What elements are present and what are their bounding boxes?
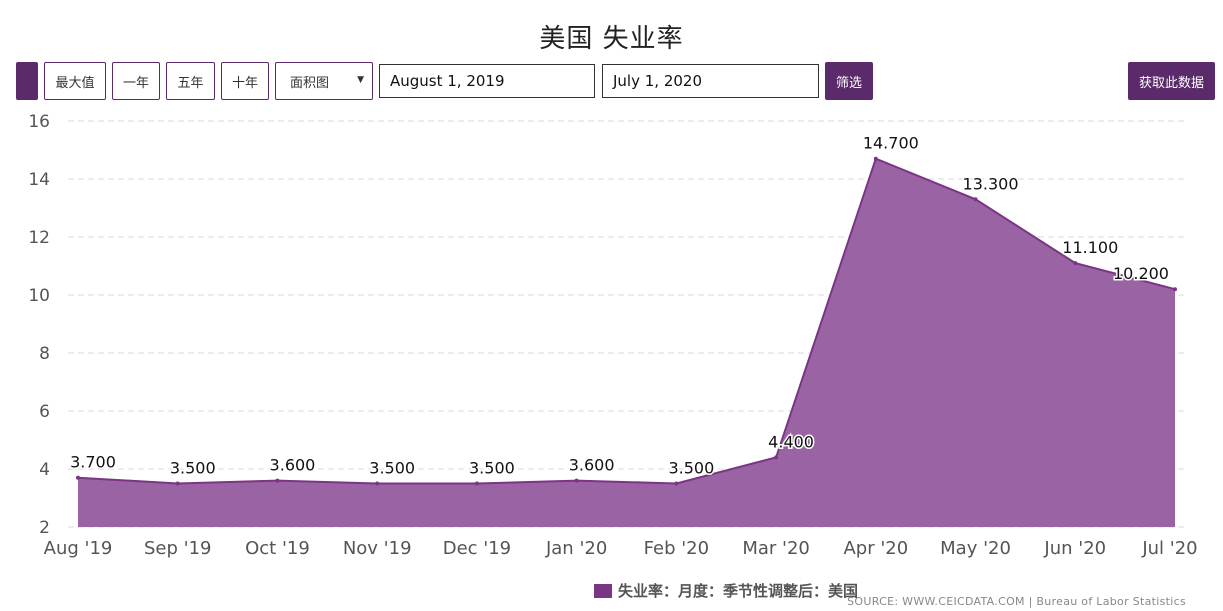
data-point xyxy=(873,156,878,161)
area-chart: 2 4 6 8 10 12 14 16 3.700 3.500 3.600 3.500 3.500 3.6… xyxy=(28,112,1197,559)
y-tick-label: 6 xyxy=(39,402,50,422)
y-tick-label: 2 xyxy=(39,518,50,538)
get-data-button[interactable]: 获取此数据 xyxy=(1128,62,1215,100)
filter-button[interactable]: 筛选 xyxy=(825,62,873,100)
end-date-input[interactable]: July 1, 2020 xyxy=(602,64,819,98)
ten-year-button[interactable]: 十年 xyxy=(221,62,269,100)
data-label: 10.200 xyxy=(1113,264,1169,283)
area-fill xyxy=(78,158,1175,527)
source-note: SOURCE: WWW.CEICDATA.COM | Bureau of Lab… xyxy=(847,595,1186,608)
x-tick-label: Jun '20 xyxy=(1043,538,1106,559)
max-range-button[interactable]: 最大值 xyxy=(44,62,106,100)
data-label: 3.500 xyxy=(369,459,415,478)
data-label: 3.600 xyxy=(270,456,316,475)
start-date-input[interactable]: August 1, 2019 xyxy=(379,64,595,98)
five-year-button[interactable]: 五年 xyxy=(166,62,215,100)
x-tick-label: Apr '20 xyxy=(843,538,908,559)
y-tick-label: 10 xyxy=(28,286,50,306)
y-tick-label: 8 xyxy=(39,344,50,364)
x-tick-label: Feb '20 xyxy=(644,538,709,559)
y-tick-label: 4 xyxy=(39,460,50,480)
data-label: 13.300 xyxy=(963,174,1019,193)
toolbar: 最大值 一年 五年 十年 面积图 ▼ August 1, 2019 July 1… xyxy=(0,62,1223,102)
data-point xyxy=(474,481,479,486)
legend-swatch xyxy=(594,583,612,598)
caret-down-icon: ▼ xyxy=(357,75,364,85)
data-point xyxy=(175,481,180,486)
data-point xyxy=(574,478,579,483)
data-point xyxy=(375,481,380,486)
data-point xyxy=(973,197,978,202)
data-label: 14.700 xyxy=(863,134,919,153)
data-label: 3.500 xyxy=(668,459,714,478)
data-label: 3.600 xyxy=(569,456,615,475)
data-point xyxy=(674,481,679,486)
data-point xyxy=(275,478,280,483)
data-label: 3.700 xyxy=(70,453,116,472)
x-tick-label: Sep '19 xyxy=(144,538,212,559)
x-tick-label: Mar '20 xyxy=(742,538,810,559)
one-year-button[interactable]: 一年 xyxy=(112,62,160,100)
x-tick-label: Nov '19 xyxy=(343,538,412,559)
chart-type-value: 面积图 xyxy=(290,75,330,91)
x-tick-label: Dec '19 xyxy=(443,538,511,559)
legend[interactable]: 失业率：月度：季节性调整后：美国 xyxy=(594,580,858,601)
y-tick-label: 12 xyxy=(28,228,50,248)
x-tick-label: Oct '19 xyxy=(245,538,310,559)
chart-title: 美国 失业率 xyxy=(539,24,684,54)
data-point xyxy=(1073,261,1078,266)
y-tick-label: 16 xyxy=(28,112,50,132)
data-point xyxy=(774,455,779,460)
data-label: 4.400 xyxy=(768,432,814,451)
x-tick-label: Aug '19 xyxy=(44,538,113,559)
data-point xyxy=(1173,287,1177,292)
x-tick-label: May '20 xyxy=(940,538,1011,559)
chart-type-select[interactable]: 面积图 ▼ xyxy=(275,62,373,100)
x-tick-label: Jul '20 xyxy=(1141,538,1197,559)
data-label: 11.100 xyxy=(1062,238,1118,257)
legend-label: 失业率：月度：季节性调整后：美国 xyxy=(618,582,859,600)
data-label: 3.500 xyxy=(170,459,216,478)
y-tick-label: 14 xyxy=(28,170,50,190)
x-tick-label: Jan '20 xyxy=(545,538,607,559)
menu-button[interactable] xyxy=(16,62,38,100)
data-label: 3.500 xyxy=(469,459,515,478)
data-point xyxy=(76,475,80,480)
